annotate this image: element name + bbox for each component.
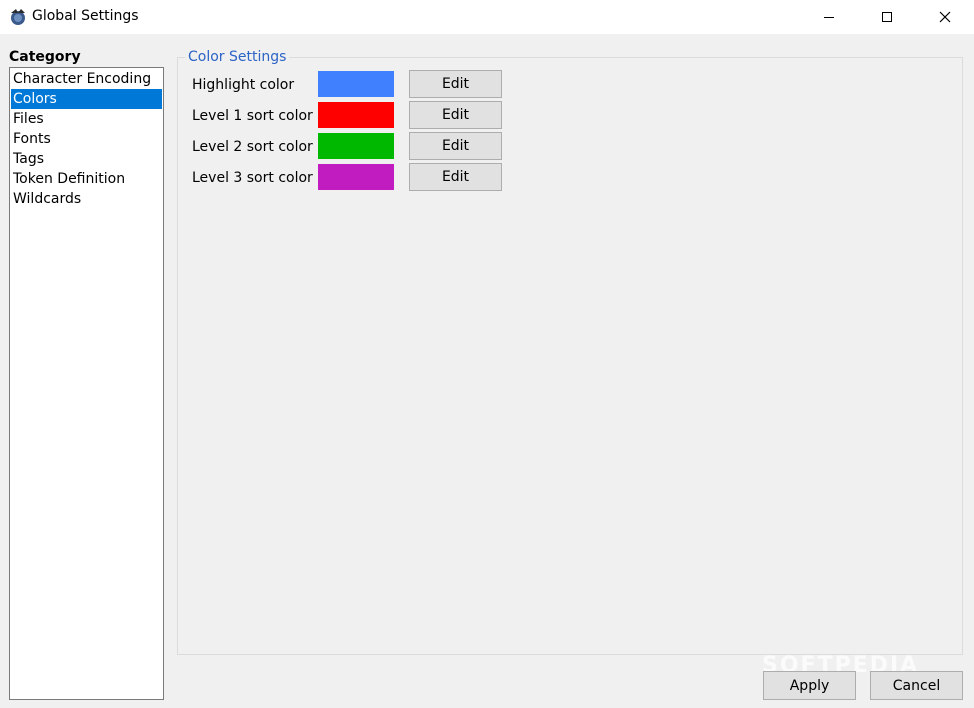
highlight-color-edit-button[interactable]: Edit: [409, 70, 502, 98]
level-1-sort-color-swatch: [318, 102, 394, 128]
level-1-sort-color-edit-button[interactable]: Edit: [409, 101, 502, 129]
category-list[interactable]: Character Encoding Colors Files Fonts Ta…: [9, 67, 164, 700]
level-2-sort-color-swatch: [318, 133, 394, 159]
level-2-sort-color-edit-button[interactable]: Edit: [409, 132, 502, 160]
close-icon: [939, 11, 951, 23]
category-label: Category: [9, 49, 81, 65]
window-title: Global Settings: [32, 8, 139, 24]
highlight-color-label: Highlight color: [192, 77, 295, 93]
maximize-button[interactable]: [858, 0, 916, 34]
level-3-sort-color-swatch: [318, 164, 394, 190]
minimize-button[interactable]: [800, 0, 858, 34]
level-1-sort-color-label: Level 1 sort color: [192, 108, 313, 124]
category-item-token-definition[interactable]: Token Definition: [11, 169, 162, 189]
category-item-files[interactable]: Files: [11, 109, 162, 129]
cancel-button[interactable]: Cancel: [870, 671, 963, 700]
category-item-fonts[interactable]: Fonts: [11, 129, 162, 149]
category-item-wildcards[interactable]: Wildcards: [11, 189, 162, 209]
close-button[interactable]: [916, 0, 974, 34]
category-item-tags[interactable]: Tags: [11, 149, 162, 169]
level-3-sort-color-edit-button[interactable]: Edit: [409, 163, 502, 191]
category-item-colors[interactable]: Colors: [11, 89, 162, 109]
category-item-character-encoding[interactable]: Character Encoding: [11, 69, 162, 89]
app-icon: [11, 9, 25, 25]
color-settings-title: Color Settings: [185, 49, 290, 66]
title-bar: Global Settings: [0, 0, 974, 34]
maximize-icon: [882, 12, 892, 22]
level-3-sort-color-label: Level 3 sort color: [192, 170, 313, 186]
level-2-sort-color-label: Level 2 sort color: [192, 139, 313, 155]
apply-button[interactable]: Apply: [763, 671, 856, 700]
minimize-icon: [824, 17, 834, 18]
highlight-color-swatch: [318, 71, 394, 97]
